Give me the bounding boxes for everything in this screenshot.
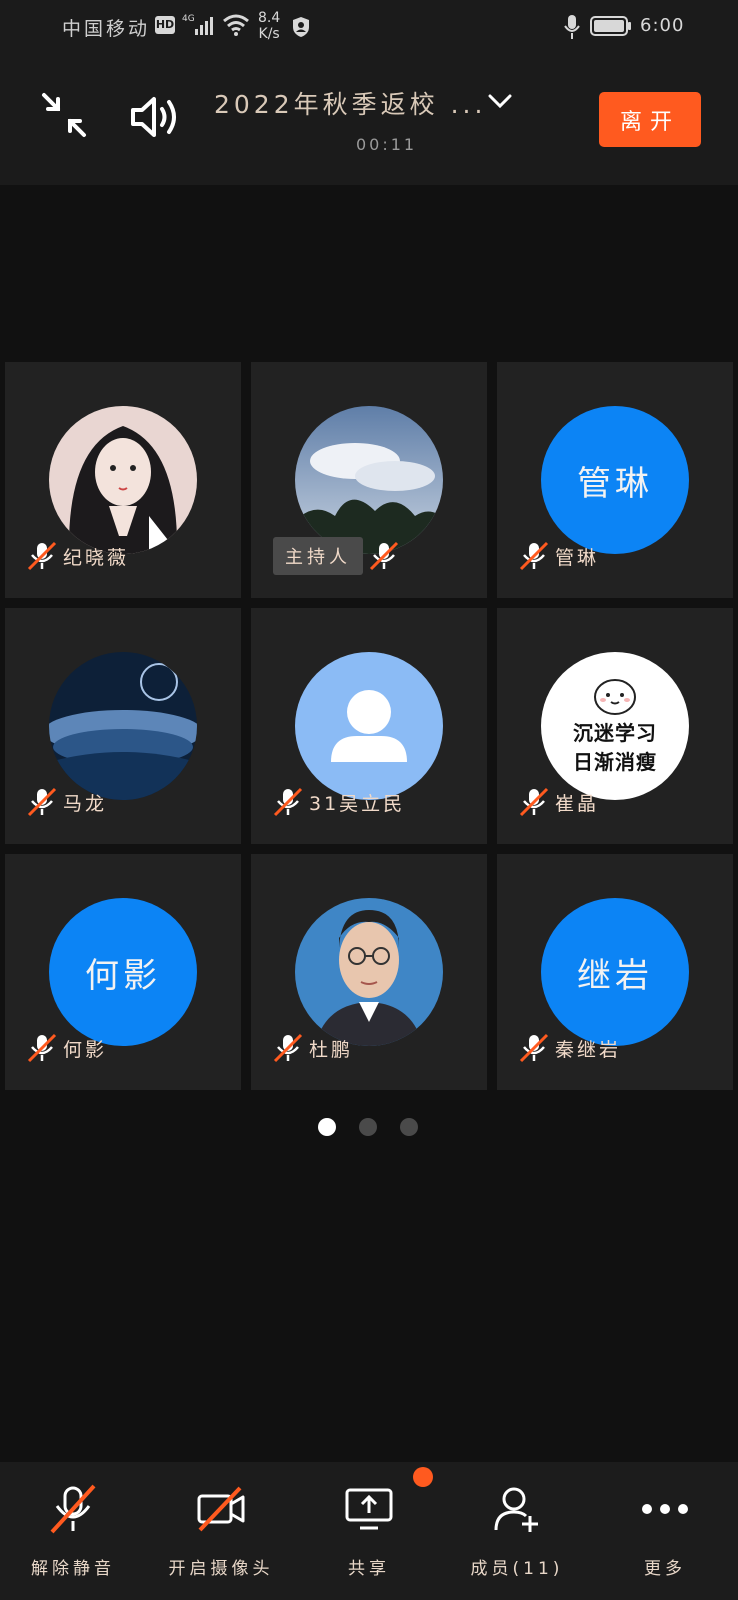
avatar-text-line: 沉迷学习 xyxy=(573,721,657,745)
meeting-title[interactable]: 2022年秋季返校 ... xyxy=(214,85,486,121)
participant-name: 31吴立民 xyxy=(309,792,406,815)
wifi-icon xyxy=(223,14,249,36)
sky-clouds-avatar-image xyxy=(295,406,443,554)
participant-tile[interactable]: 管琳 管琳 xyxy=(497,362,733,598)
mic-muted-icon xyxy=(519,541,549,571)
clock: 6:00 xyxy=(640,15,685,36)
participant-name-bar: 主持人 xyxy=(273,537,399,575)
network-speed: 8.4 K/s xyxy=(258,10,280,42)
avatar-text: 何影 xyxy=(49,898,197,1046)
participant-name: 秦继岩 xyxy=(555,1038,622,1061)
avatar xyxy=(49,406,197,554)
participant-tile[interactable]: 31吴立民 xyxy=(251,608,487,844)
avatar-text-sticker: 沉迷学习 日渐消瘦 xyxy=(541,652,689,800)
mic-muted-icon xyxy=(27,787,57,817)
camera-off-icon xyxy=(197,1486,245,1532)
battery-icon xyxy=(590,16,631,36)
avatar-text-line: 日渐消瘦 xyxy=(573,750,657,774)
participant-tile[interactable]: 何影 何影 xyxy=(5,854,241,1090)
members-label: 成员(11) xyxy=(470,1559,564,1579)
share-notification-dot xyxy=(413,1467,433,1487)
mic-muted-icon xyxy=(27,1033,57,1063)
participant-name-bar: 马龙 xyxy=(27,784,107,820)
avatar: 继岩 xyxy=(541,898,689,1046)
speaker-icon[interactable] xyxy=(130,95,182,139)
mic-muted-icon xyxy=(369,541,399,571)
participant-name: 杜鹏 xyxy=(309,1038,354,1061)
avatar xyxy=(295,652,443,800)
start-camera-button[interactable]: 开启摄像头 xyxy=(156,1462,286,1600)
meeting-toolbar: 解除静音 开启摄像头 共享 成员(11) 更多 xyxy=(0,1462,738,1600)
mic-muted-icon xyxy=(27,541,57,571)
speed-value: 8.4 xyxy=(258,10,281,26)
participant-tile[interactable]: 纪晓薇 xyxy=(5,362,241,598)
avatar xyxy=(295,406,443,554)
status-bar: 中国移动 HD 4G 8.4 K/s 6:00 xyxy=(0,0,738,55)
mic-muted-icon xyxy=(519,1033,549,1063)
host-badge: 主持人 xyxy=(273,537,363,575)
share-label: 共享 xyxy=(348,1559,390,1579)
participant-name: 何影 xyxy=(63,1038,108,1061)
anime-girl-avatar-image xyxy=(49,406,197,554)
more-button[interactable]: 更多 xyxy=(600,1462,730,1600)
signal-icon xyxy=(195,17,213,35)
default-person-icon xyxy=(295,652,443,800)
participant-name: 管琳 xyxy=(555,546,600,569)
avatar: 沉迷学习 日渐消瘦 xyxy=(541,652,689,800)
participant-name-bar: 崔晶 xyxy=(519,784,599,820)
participant-name: 崔晶 xyxy=(555,792,600,815)
start-camera-label: 开启摄像头 xyxy=(168,1559,274,1579)
page-dot-2[interactable] xyxy=(359,1118,377,1136)
members-button[interactable]: 成员(11) xyxy=(452,1462,582,1600)
avatar: 管琳 xyxy=(541,406,689,554)
chevron-down-icon[interactable] xyxy=(486,91,514,111)
participant-tile[interactable]: 继岩 秦继岩 xyxy=(497,854,733,1090)
mic-muted-icon xyxy=(519,787,549,817)
unmute-button[interactable]: 解除静音 xyxy=(8,1462,138,1600)
avatar: 何影 xyxy=(49,898,197,1046)
participant-name-bar: 何影 xyxy=(27,1030,107,1066)
leave-button[interactable]: 离开 xyxy=(599,92,701,147)
speed-unit: K/s xyxy=(258,26,280,42)
man-portrait-avatar-image xyxy=(295,898,443,1046)
meeting-timer: 00:11 xyxy=(356,135,418,154)
participant-name-bar: 31吴立民 xyxy=(273,784,405,820)
more-dots-icon xyxy=(642,1504,688,1514)
avatar xyxy=(295,898,443,1046)
avatar-text: 继岩 xyxy=(541,898,689,1046)
hd-badge: HD xyxy=(155,16,175,34)
participant-name-bar: 杜鹏 xyxy=(273,1030,353,1066)
page-dot-3[interactable] xyxy=(400,1118,418,1136)
mic-muted-icon xyxy=(50,1484,96,1534)
participant-tile[interactable]: 沉迷学习 日渐消瘦 崔晶 xyxy=(497,608,733,844)
carrier-name: 中国移动 xyxy=(62,18,151,40)
mic-muted-icon xyxy=(273,1033,303,1063)
participant-name-bar: 秦继岩 xyxy=(519,1030,621,1066)
participant-name-bar: 纪晓薇 xyxy=(27,538,129,574)
page-dot-1[interactable] xyxy=(318,1118,336,1136)
minimize-icon[interactable] xyxy=(40,91,88,139)
network-type: 4G xyxy=(182,14,195,24)
screen-share-icon xyxy=(345,1488,393,1530)
participant-name-bar: 管琳 xyxy=(519,538,599,574)
microphone-status-icon xyxy=(564,15,580,39)
participant-name: 纪晓薇 xyxy=(63,546,130,569)
mic-muted-icon xyxy=(273,787,303,817)
meeting-header: 2022年秋季返校 ... 00:11 离开 xyxy=(0,55,738,185)
page-indicator xyxy=(318,1118,418,1136)
ocean-night-avatar-image xyxy=(49,652,197,800)
participant-tile[interactable]: 主持人 xyxy=(251,362,487,598)
unmute-label: 解除静音 xyxy=(31,1559,115,1579)
more-label: 更多 xyxy=(644,1559,686,1579)
avatar xyxy=(49,652,197,800)
cartoon-face-icon xyxy=(594,679,636,715)
add-member-icon xyxy=(494,1487,538,1532)
participant-tile[interactable]: 马龙 xyxy=(5,608,241,844)
participant-name: 马龙 xyxy=(63,792,108,815)
avatar-text: 管琳 xyxy=(541,406,689,554)
participant-tile[interactable]: 杜鹏 xyxy=(251,854,487,1090)
shield-icon xyxy=(293,17,309,37)
